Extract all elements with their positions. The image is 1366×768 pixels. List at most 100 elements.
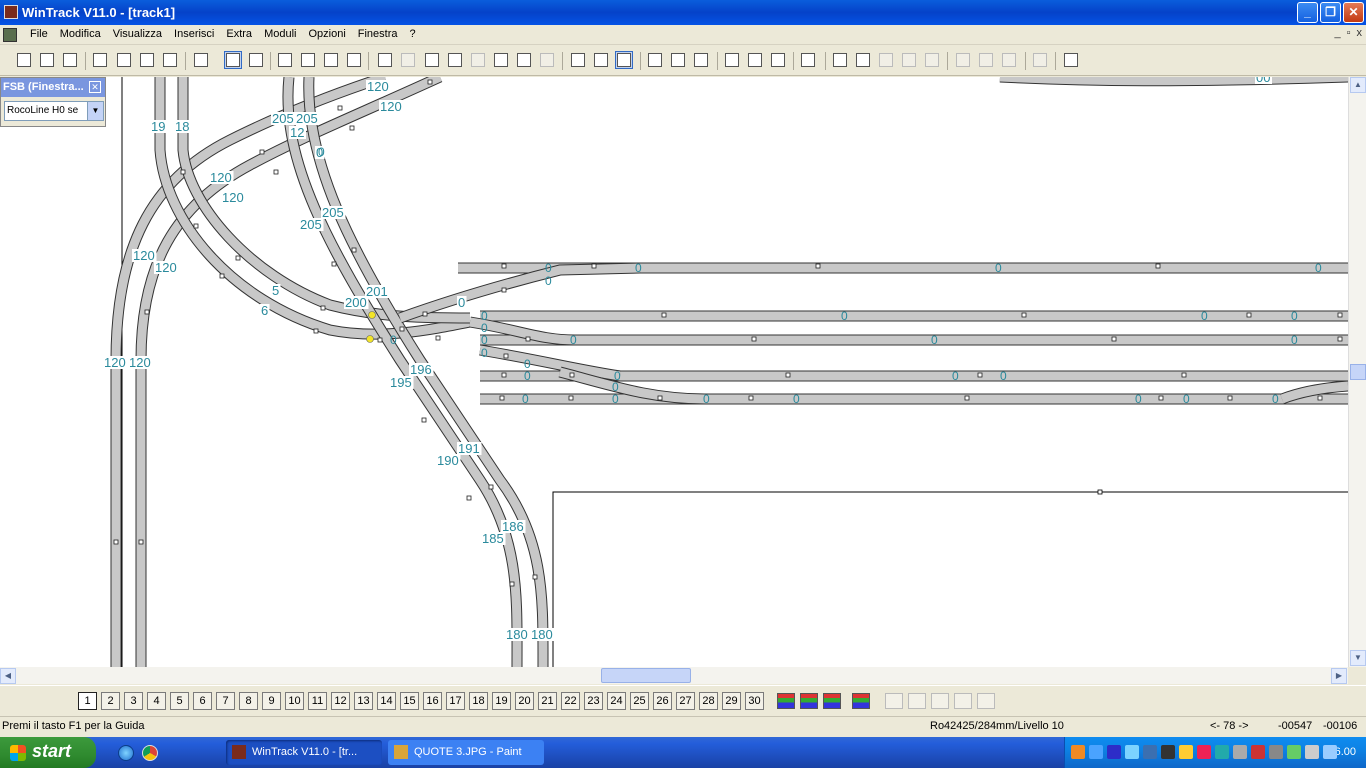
layer-button-25[interactable]: 25 <box>630 692 649 710</box>
tray-icon[interactable] <box>1071 745 1085 759</box>
tray-icon[interactable] <box>1179 745 1193 759</box>
layer-button-9[interactable]: 9 <box>262 692 281 710</box>
menu-item-file[interactable]: File <box>24 28 54 40</box>
layer-button-5[interactable]: 5 <box>170 692 189 710</box>
scroll-left-icon[interactable]: ◀ <box>0 668 16 684</box>
title-bar[interactable]: WinTrack V11.0 - [track1] _ ❐ ✕ <box>0 0 1366 25</box>
start-button[interactable]: start <box>0 737 96 768</box>
tray-icon[interactable] <box>1089 745 1103 759</box>
library-button[interactable] <box>193 52 209 68</box>
layer-button-16[interactable]: 16 <box>423 692 442 710</box>
flex-track-button[interactable] <box>615 51 633 69</box>
scroll-down-icon[interactable]: ▼ <box>1350 650 1366 666</box>
layer-button-3[interactable]: 3 <box>124 692 143 710</box>
mdi-minimize-button[interactable]: _ <box>1334 27 1340 39</box>
layers-edit-icon[interactable] <box>800 693 818 709</box>
zoom-out-button[interactable] <box>277 52 293 68</box>
layer-button-17[interactable]: 17 <box>446 692 465 710</box>
align-c-button[interactable] <box>1001 52 1017 68</box>
tray-icon[interactable] <box>1287 745 1301 759</box>
layer-button-21[interactable]: 21 <box>538 692 557 710</box>
insert-point-button[interactable] <box>800 52 816 68</box>
align-a-button[interactable] <box>955 52 971 68</box>
layer-button-29[interactable]: 29 <box>722 692 741 710</box>
curve-button[interactable] <box>593 52 609 68</box>
menu-item-opzioni[interactable]: Opzioni <box>302 28 351 40</box>
layers-delete-icon[interactable] <box>823 693 841 709</box>
tray-icon[interactable] <box>1125 745 1139 759</box>
print-list-button[interactable] <box>162 52 178 68</box>
center-button[interactable] <box>724 52 740 68</box>
tray-icon[interactable] <box>1305 745 1319 759</box>
rotate-180-button[interactable] <box>770 52 786 68</box>
mdi-restore-button[interactable]: ▫ <box>1347 27 1351 39</box>
switch-button[interactable] <box>570 52 586 68</box>
layer-view-5-icon[interactable] <box>977 693 995 709</box>
layer-button-8[interactable]: 8 <box>239 692 258 710</box>
layer-view-3-icon[interactable] <box>931 693 949 709</box>
signal-button[interactable] <box>832 52 848 68</box>
layer-a-button[interactable] <box>647 52 663 68</box>
tray-icon[interactable] <box>1323 745 1337 759</box>
tray-icon[interactable] <box>1233 745 1247 759</box>
layer-button-7[interactable]: 7 <box>216 692 235 710</box>
zoom-in-button[interactable] <box>300 52 316 68</box>
horizontal-scroll-thumb[interactable] <box>601 668 691 683</box>
print-button[interactable] <box>116 52 132 68</box>
close-button[interactable]: ✕ <box>1343 2 1364 23</box>
menu-item-visualizza[interactable]: Visualizza <box>107 28 168 40</box>
layer-b-button[interactable] <box>670 52 686 68</box>
tray-icon[interactable] <box>1215 745 1229 759</box>
layer-c-button[interactable] <box>693 52 709 68</box>
cut-button[interactable] <box>493 52 509 68</box>
open-button[interactable] <box>39 52 55 68</box>
undo-button[interactable] <box>377 52 393 68</box>
layer-button-10[interactable]: 10 <box>285 692 304 710</box>
layer-button-15[interactable]: 15 <box>400 692 419 710</box>
paste-button[interactable] <box>539 52 555 68</box>
track-canvas[interactable]: 19 18 120 120 205 205 12 0 120 120 120 120 205 205 5 6 2… <box>0 77 1348 667</box>
layer-button-22[interactable]: 22 <box>561 692 580 710</box>
copy-doc-button[interactable] <box>424 52 440 68</box>
wintrack-app-icon[interactable] <box>4 5 18 19</box>
print-setup-button[interactable] <box>139 52 155 68</box>
menu-item-help[interactable]: ? <box>404 28 422 40</box>
fsb-panel[interactable]: FSB (Finestra... ✕ RocoLine H0 se ▼ <box>0 77 106 127</box>
chrome-icon[interactable] <box>142 745 158 761</box>
turnout-button[interactable] <box>855 52 871 68</box>
layer-button-27[interactable]: 27 <box>676 692 695 710</box>
track-system-select[interactable]: RocoLine H0 se ▼ <box>4 101 104 121</box>
measure-button[interactable] <box>1032 52 1048 68</box>
horizontal-scrollbar[interactable]: ◀ ▶ <box>0 667 1348 684</box>
zoom-window-button[interactable] <box>323 52 339 68</box>
menu-item-modifica[interactable]: Modifica <box>54 28 107 40</box>
vertical-scrollbar[interactable]: ▲ ▼ <box>1348 77 1366 667</box>
tray-icon[interactable] <box>1161 745 1175 759</box>
save-button[interactable] <box>62 52 78 68</box>
chevron-down-icon[interactable]: ▼ <box>87 102 103 120</box>
layer-button-24[interactable]: 24 <box>607 692 626 710</box>
track-layout[interactable]: 19 18120120205 205120120120120120205205562… <box>0 77 1348 667</box>
panel-close-icon[interactable]: ✕ <box>89 81 101 93</box>
menu-item-finestra[interactable]: Finestra <box>352 28 404 40</box>
paste-doc-button[interactable] <box>447 52 463 68</box>
tray-icon[interactable] <box>1197 745 1211 759</box>
preview-button[interactable] <box>92 52 108 68</box>
layer-view-1-icon[interactable] <box>885 693 903 709</box>
tray-icon[interactable] <box>1251 745 1265 759</box>
mdi-close-button[interactable]: x <box>1357 27 1363 39</box>
new-button[interactable] <box>16 52 32 68</box>
layer-button-30[interactable]: 30 <box>745 692 764 710</box>
layers-manager-icon[interactable] <box>777 693 795 709</box>
rotate-button[interactable] <box>747 52 763 68</box>
layer-button-18[interactable]: 18 <box>469 692 488 710</box>
tray-icon[interactable] <box>1143 745 1157 759</box>
layer-button-12[interactable]: 12 <box>331 692 350 710</box>
tray-icon[interactable] <box>1107 745 1121 759</box>
task-paint[interactable]: QUOTE 3.JPG - Paint <box>388 740 544 765</box>
layer-view-2-icon[interactable] <box>908 693 926 709</box>
vertical-scroll-thumb[interactable] <box>1350 364 1366 380</box>
scroll-right-icon[interactable]: ▶ <box>1331 668 1347 684</box>
document-icon[interactable] <box>3 28 17 42</box>
layer-view-4-icon[interactable] <box>954 693 972 709</box>
